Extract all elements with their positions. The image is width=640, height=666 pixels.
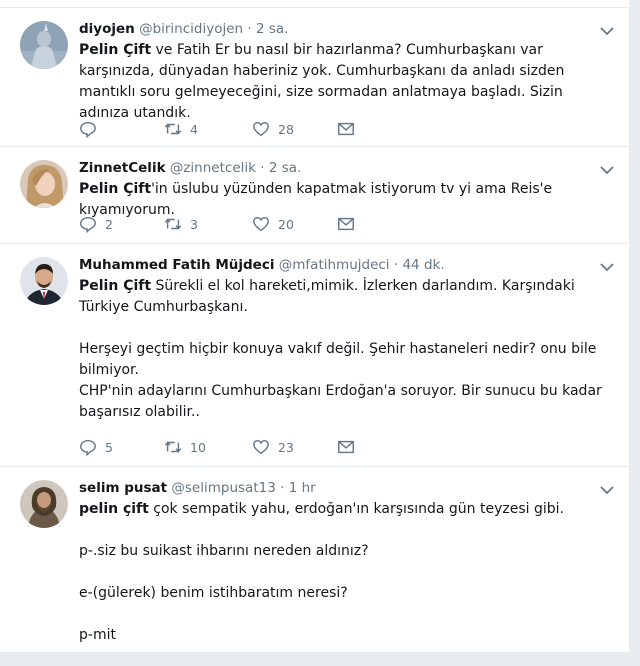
reply-button[interactable]: 5 [79,437,113,457]
reply-icon [80,216,96,233]
like-count: 28 [278,121,294,137]
dm-button[interactable] [337,119,363,139]
tweet-header: Muhammed Fatih Müjdeci @mfatihmujdeci · … [79,257,445,273]
retweet-icon [164,441,182,453]
user-handle[interactable]: @mfatihmujdeci [279,257,390,273]
retweet-count: 3 [190,216,198,232]
tweet-item[interactable]: Muhammed Fatih Müjdeci @mfatihmujdeci · … [0,245,629,467]
reply-icon [80,439,96,456]
timestamp[interactable]: 44 dk. [402,257,444,273]
bottom-margin [0,652,640,666]
reply-count: 2 [105,216,113,232]
tweet-actions: 5 10 23 [79,437,379,457]
tweet-item[interactable]: ZinnetCelik @zinnetcelik · 2 sa. Pelin Ç… [0,148,629,244]
retweet-button[interactable]: 10 [164,437,206,457]
mention[interactable]: Pelin Çift [79,42,151,58]
user-handle[interactable]: @birincidiyojen [139,21,243,37]
retweet-count: 4 [190,121,198,137]
dm-button[interactable] [337,214,363,234]
tweet-header: ZinnetCelik @zinnetcelik · 2 sa. [79,160,301,176]
chevron-down-icon[interactable] [600,262,614,272]
reply-button[interactable]: 2 [79,214,113,234]
tweet-header: diyojen @birincidiyojen · 2 sa. [79,21,288,37]
mention[interactable]: pelin çift [79,501,149,517]
tweet-timeline: diyojen @birincidiyojen · 2 sa. Pelin Çi… [0,0,630,652]
timestamp[interactable]: 1 hr [289,480,316,496]
tweet-body: çok sempatik yahu, erdoğan'ın karşısında… [79,501,564,643]
avatar[interactable] [20,160,68,208]
reply-count: 5 [105,439,113,455]
tweet-text: pelin çift çok sempatik yahu, erdoğan'ın… [79,499,609,646]
like-count: 23 [278,439,294,455]
avatar[interactable] [20,480,68,528]
chevron-down-icon[interactable] [600,165,614,175]
tweet-text: Pelin Çift Sürekli el kol hareketi,mimik… [79,276,609,423]
user-handle[interactable]: @selimpusat13 [171,480,275,496]
chevron-down-icon[interactable] [600,485,614,495]
retweet-count: 10 [190,439,206,455]
reply-button[interactable] [79,119,105,139]
separator: · [260,160,265,176]
envelope-icon [338,440,354,454]
tweet-body: ve Fatih Er bu nasıl bir hazırlanma? Cum… [79,42,565,121]
retweet-button[interactable]: 3 [164,214,198,234]
tweet-header: selim pusat @selimpusat13 · 1 hr [79,480,316,496]
avatar[interactable] [20,257,68,305]
heart-icon [253,216,269,232]
user-name[interactable]: selim pusat [79,480,167,496]
user-name[interactable]: diyojen [79,21,135,37]
separator: · [393,257,399,273]
envelope-icon [338,217,354,231]
mention[interactable]: Pelin Çift [79,181,151,197]
tweet-item[interactable]: diyojen @birincidiyojen · 2 sa. Pelin Çi… [0,9,629,147]
like-button[interactable]: 20 [252,214,294,234]
dm-button[interactable] [337,437,363,457]
reply-icon [80,121,96,138]
heart-icon [253,439,269,455]
heart-icon [253,121,269,137]
retweet-icon [164,123,182,135]
tweet-item[interactable]: selim pusat @selimpusat13 · 1 hr pelin ç… [0,468,629,652]
user-name[interactable]: Muhammed Fatih Müjdeci [79,257,274,273]
timestamp[interactable]: 2 sa. [269,160,301,176]
separator: · [247,21,252,37]
avatar[interactable] [20,21,68,69]
mention[interactable]: Pelin Çift [79,278,151,294]
like-button[interactable]: 23 [252,437,294,457]
like-button[interactable]: 28 [252,119,294,139]
timeline-top-divider [0,0,629,8]
envelope-icon [338,122,354,136]
retweet-icon [164,218,182,230]
tweet-actions: 2 3 20 [79,214,379,234]
retweet-button[interactable]: 4 [164,119,198,139]
separator: · [280,480,285,496]
timestamp[interactable]: 2 sa. [256,21,288,37]
like-count: 20 [278,216,294,232]
tweet-actions: 4 28 [79,119,379,139]
tweet-body: Sürekli el kol hareketi,mimik. İzlerken … [79,278,602,420]
tweet-text: Pelin Çift ve Fatih Er bu nasıl bir hazı… [79,40,609,124]
user-name[interactable]: ZinnetCelik [79,160,166,176]
user-handle[interactable]: @zinnetcelik [170,160,256,176]
chevron-down-icon[interactable] [600,26,614,36]
